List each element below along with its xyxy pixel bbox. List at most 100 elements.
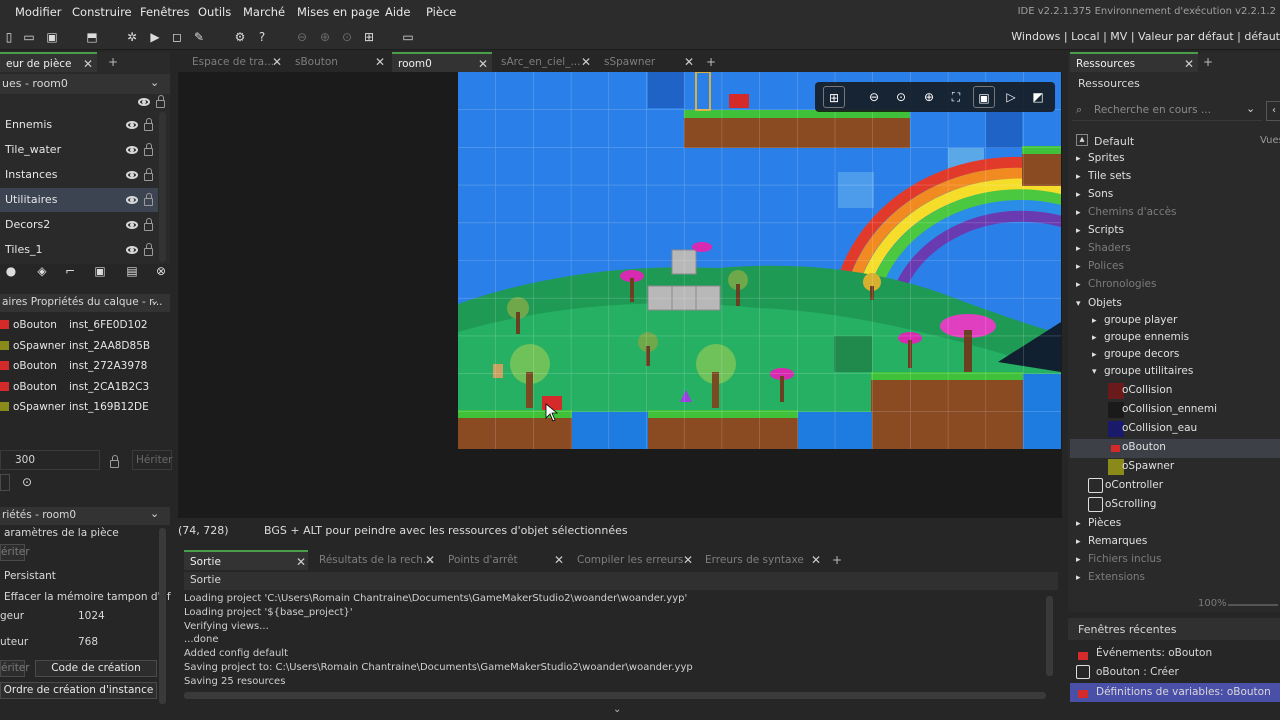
layer-row[interactable]: Ennemis bbox=[0, 113, 158, 137]
eye-icon[interactable] bbox=[126, 246, 138, 254]
add-tab-icon[interactable]: + bbox=[832, 553, 842, 567]
tab-sarc-en-ciel[interactable]: sArc_en_ciel_... ✕ bbox=[495, 52, 595, 72]
resource-item[interactable]: Sprites bbox=[1088, 152, 1125, 164]
chevron-down-icon[interactable]: ▾ bbox=[1092, 367, 1097, 377]
instance-row[interactable]: oBouton inst_6FE0D102 bbox=[0, 315, 165, 335]
resource-item[interactable]: oCollision_eau bbox=[1122, 422, 1197, 434]
recent-item[interactable]: Événements: oBouton bbox=[1068, 644, 1280, 664]
chevron-right-icon[interactable]: ▸ bbox=[1076, 208, 1081, 218]
instance-row[interactable]: oSpawner inst_169B12DE bbox=[0, 397, 165, 417]
layer-row[interactable]: Utilitaires bbox=[0, 188, 158, 212]
depth-field[interactable]: 300 bbox=[0, 450, 100, 470]
chevron-right-icon[interactable]: ▸ bbox=[1076, 244, 1081, 254]
chevron-right-icon[interactable]: ▸ bbox=[1092, 350, 1097, 360]
menu-fenetres[interactable]: Fenêtres bbox=[140, 5, 189, 19]
chevron-right-icon[interactable]: ▸ bbox=[1076, 573, 1081, 583]
instance-row[interactable]: oBouton inst_2CA1B2C3 bbox=[0, 377, 165, 397]
tab-sbouton[interactable]: sBouton ✕ bbox=[289, 52, 389, 72]
instance-row[interactable]: oBouton inst_272A3978 bbox=[0, 356, 165, 376]
resource-search[interactable]: ⌕ Recherche en cours ... ⌄ bbox=[1072, 101, 1262, 121]
layers-scrollbar[interactable] bbox=[159, 112, 166, 262]
play-icon[interactable]: ▷ bbox=[1000, 86, 1022, 108]
collapse-button[interactable]: ‹ bbox=[1266, 101, 1280, 121]
chevron-down-icon[interactable]: ⌄ bbox=[1246, 102, 1255, 115]
layer-row[interactable]: Tile_water bbox=[0, 138, 158, 162]
resource-item[interactable]: groupe utilitaires bbox=[1104, 365, 1193, 377]
grid-icon[interactable]: ⊞ bbox=[823, 86, 845, 108]
menu-marche[interactable]: Marché bbox=[243, 5, 285, 19]
stop-icon[interactable]: ◻ bbox=[168, 28, 186, 46]
inherit-field[interactable]: Hériter bbox=[132, 450, 172, 470]
room-view[interactable]: ⊞ ⊖ ⊙ ⊕ ⛶ ▣ ▷ ◩ bbox=[458, 72, 1061, 449]
clear-buffer-checkbox[interactable]: Effacer la mémoire tampon d'af bbox=[4, 591, 171, 603]
chevron-right-icon[interactable]: ▸ bbox=[1076, 280, 1081, 290]
resource-item[interactable]: Pièces bbox=[1088, 517, 1121, 529]
run-icon[interactable]: ▶ bbox=[146, 28, 164, 46]
resource-group[interactable]: ▴ Default Vues bbox=[1072, 132, 1280, 152]
add-tab-icon[interactable]: + bbox=[108, 55, 118, 69]
lock-icon[interactable] bbox=[144, 243, 153, 256]
package-icon[interactable]: ⬒ bbox=[83, 28, 101, 46]
obouton-instance[interactable] bbox=[729, 94, 749, 108]
zoom-in-icon[interactable]: ⊕ bbox=[918, 86, 940, 108]
open-project-icon[interactable]: ▭ bbox=[20, 28, 38, 46]
properties-scrollbar[interactable] bbox=[159, 528, 166, 704]
resource-item[interactable]: oScrolling bbox=[1105, 498, 1156, 510]
width-field[interactable]: 1024 bbox=[78, 610, 105, 622]
chevron-down-icon[interactable]: ▾ bbox=[1076, 299, 1081, 309]
resource-item[interactable]: Remarques bbox=[1088, 535, 1147, 547]
tab-compile-errors[interactable]: Compiler les erreurs ✕ bbox=[571, 550, 695, 570]
chevron-right-icon[interactable]: ▸ bbox=[1076, 190, 1081, 200]
close-icon[interactable]: ✕ bbox=[83, 54, 93, 74]
menu-aide[interactable]: Aide bbox=[385, 5, 410, 19]
resource-item[interactable]: groupe ennemis bbox=[1104, 331, 1189, 343]
add-tab-icon[interactable]: + bbox=[706, 55, 716, 69]
instance-order-button[interactable]: Ordre de création d'instance bbox=[0, 682, 157, 699]
chevron-down-icon[interactable]: ⌄ bbox=[150, 507, 159, 520]
eye-icon[interactable] bbox=[126, 171, 138, 179]
chevron-right-icon[interactable]: ▸ bbox=[1076, 519, 1081, 529]
save-project-icon[interactable]: ▣ bbox=[43, 28, 61, 46]
lock-icon[interactable] bbox=[144, 193, 153, 206]
resource-item[interactable]: oCollision_ennemi bbox=[1122, 403, 1217, 415]
resource-item[interactable]: Chronologies bbox=[1088, 278, 1156, 290]
target-selector[interactable]: Windows | Local | MV | Valeur par défaut… bbox=[1011, 30, 1280, 43]
inherit-room-button[interactable]: ériter bbox=[0, 544, 30, 561]
lock-icon[interactable] bbox=[156, 95, 165, 108]
chevron-down-icon[interactable]: ⌄ bbox=[150, 76, 159, 89]
resource-item[interactable]: Polices bbox=[1088, 260, 1124, 272]
resource-item[interactable]: Shaders bbox=[1088, 242, 1131, 254]
lock-icon[interactable] bbox=[110, 455, 119, 468]
chevron-right-icon[interactable]: ▸ bbox=[1076, 172, 1081, 182]
debug-icon[interactable]: ✲ bbox=[123, 28, 141, 46]
resource-item[interactable]: Sons bbox=[1088, 188, 1113, 200]
lock-icon[interactable] bbox=[144, 168, 153, 181]
chevron-right-icon[interactable]: ▸ bbox=[1076, 226, 1081, 236]
resource-item[interactable]: Objets bbox=[1088, 297, 1122, 309]
eye-icon[interactable] bbox=[126, 221, 138, 229]
inherit-button[interactable] bbox=[0, 474, 10, 491]
display-icon[interactable]: ▭ bbox=[399, 28, 417, 46]
clean-icon[interactable]: ✎ bbox=[190, 28, 208, 46]
add-tab-icon[interactable]: + bbox=[1203, 55, 1213, 69]
menu-piece[interactable]: Pièce bbox=[426, 5, 456, 19]
tab-room0[interactable]: room0 ✕ bbox=[392, 52, 492, 72]
tile-layer-icon[interactable]: ◈ bbox=[33, 262, 51, 280]
fullscreen-icon[interactable]: ⛶ bbox=[945, 86, 967, 108]
tab-resources[interactable]: Ressources ✕ bbox=[1070, 52, 1198, 72]
chevron-right-icon[interactable]: ▸ bbox=[1076, 262, 1081, 272]
zoom-reset-icon[interactable]: ⊙ bbox=[338, 28, 356, 46]
recent-item-selected[interactable]: Définitions de variables: oBouton bbox=[1070, 683, 1280, 702]
persistent-checkbox[interactable]: Persistant bbox=[4, 570, 56, 582]
lock-icon[interactable] bbox=[144, 143, 153, 156]
view-icon[interactable]: ▣ bbox=[973, 86, 995, 108]
resource-item[interactable]: oSpawner bbox=[1122, 460, 1174, 472]
eye-icon[interactable] bbox=[126, 196, 138, 204]
layer-row[interactable]: Instances bbox=[0, 163, 158, 187]
eye-icon[interactable] bbox=[126, 146, 138, 154]
settings-icon[interactable]: ⚙ bbox=[231, 28, 249, 46]
resource-item[interactable]: Extensions bbox=[1088, 571, 1145, 583]
chevron-right-icon[interactable]: ▸ bbox=[1076, 537, 1081, 547]
resource-item[interactable]: Fichiers inclus bbox=[1088, 553, 1162, 565]
zoom-reset-icon[interactable]: ⊙ bbox=[890, 86, 912, 108]
